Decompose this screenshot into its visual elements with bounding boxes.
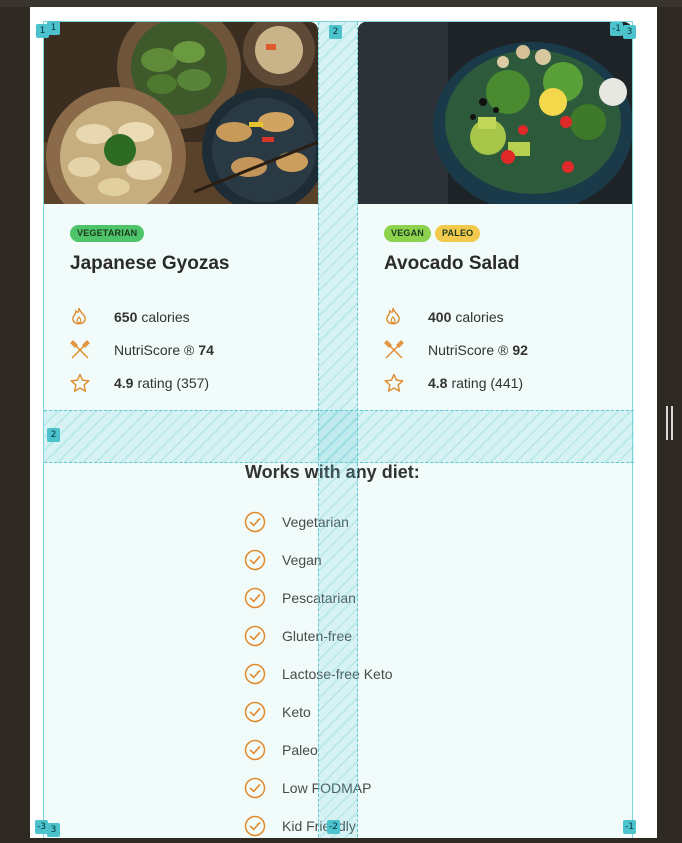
recipe-image-avocado-salad [358,22,632,204]
recipe-title: Avocado Salad [384,253,520,274]
recipe-image-gyozas [44,22,318,204]
rating-label: rating (357) [137,374,210,391]
diet-title: Works with any diet: [245,462,420,482]
diet-list-item: Gluten-free [244,617,544,655]
calories-value: 400 [428,308,452,325]
diet-list: Vegetarian Vegan PescatarianGluten-freeLac… [244,503,544,838]
grid-line-label: 3 [47,823,60,837]
diet-list-item: Vegetarian [244,503,544,541]
badge-paleo: PALEO [435,225,481,242]
nutriscore-value: 74 [198,341,214,358]
grid-overlay-column-gap [318,22,358,838]
check-circle-icon [244,701,282,723]
check-circle-icon [244,739,282,761]
stat-rating: 4.8 rating (441) [384,366,624,399]
resize-handle[interactable] [666,406,673,440]
diet-list-item: Keto [244,693,544,731]
star-icon [384,372,428,394]
recipe-stats: 650 calories NutriScore ® 74 4.9 rating … [70,300,310,399]
nutriscore-label: NutriScore ® [114,341,195,358]
recipe-stats: 400 calories NutriScore ® 92 4.8 rating … [384,300,624,399]
recipe-card-gyozas[interactable]: VEGETARIAN Japanese Gyozas 650 calories [44,22,318,410]
flame-icon [384,306,428,328]
grid-line-label: 2 [329,25,342,39]
grid-line-label: -2 [327,820,340,834]
page-canvas: VEGETARIAN Japanese Gyozas 650 calories [30,7,657,838]
grid-line-label: 2 [47,428,60,442]
stat-calories: 650 calories [70,300,310,333]
diet-list-item: Kid Friendly [244,807,544,838]
grid-line-label: 1 [47,21,60,35]
diet-list-item: Vegan [244,541,544,579]
badge-row: VEGETARIAN [70,225,310,242]
rating-label: rating (441) [451,374,524,391]
check-circle-icon [244,511,282,533]
diet-item-label: Keto [282,704,311,720]
calories-value: 650 [114,308,138,325]
recipe-card-body: VEGAN PALEO Avocado Salad 400 calories N… [384,225,624,399]
utensils-icon [70,339,114,361]
diet-section: Works with any diet: Vegetarian Vegan Pesc… [244,462,544,838]
star-icon [70,372,114,394]
grid-container: VEGETARIAN Japanese Gyozas 650 calories [43,21,634,838]
stat-nutriscore: NutriScore ® 74 [70,333,310,366]
diet-item-label: Paleo [282,742,318,758]
calories-label: calories [141,308,190,325]
diet-list-item: Low FODMAP [244,769,544,807]
diet-list-item: Pescatarian [244,579,544,617]
rating-value: 4.9 [114,374,134,391]
calories-label: calories [455,308,504,325]
check-circle-icon [244,587,282,609]
check-circle-icon [244,815,282,837]
diet-item-label: Vegan [282,552,322,568]
diet-list-item: Lactose-free Keto [244,655,544,693]
badge-vegetarian: VEGETARIAN [70,225,145,242]
check-circle-icon [244,663,282,685]
grid-line-label: -1 [623,820,636,834]
check-circle-icon [244,625,282,647]
rating-value: 4.8 [428,374,448,391]
recipe-title: Japanese Gyozas [70,253,230,274]
badge-row: VEGAN PALEO [384,225,624,242]
window-top-strip [0,0,682,7]
nutriscore-value: 92 [512,341,528,358]
flame-icon [70,306,114,328]
stat-nutriscore: NutriScore ® 92 [384,333,624,366]
utensils-icon [384,339,428,361]
check-circle-icon [244,549,282,571]
recipe-card-body: VEGETARIAN Japanese Gyozas 650 calories [70,225,310,399]
recipe-card-avocado-salad[interactable]: VEGAN PALEO Avocado Salad 400 calories N… [358,22,632,410]
stat-rating: 4.9 rating (357) [70,366,310,399]
stat-calories: 400 calories [384,300,624,333]
diet-list-item: Paleo [244,731,544,769]
grid-line-label: -1 [610,22,623,36]
badge-vegan: VEGAN [384,225,432,242]
check-circle-icon [244,777,282,799]
grid-line-label: 3 [623,25,636,39]
nutriscore-label: NutriScore ® [428,341,509,358]
